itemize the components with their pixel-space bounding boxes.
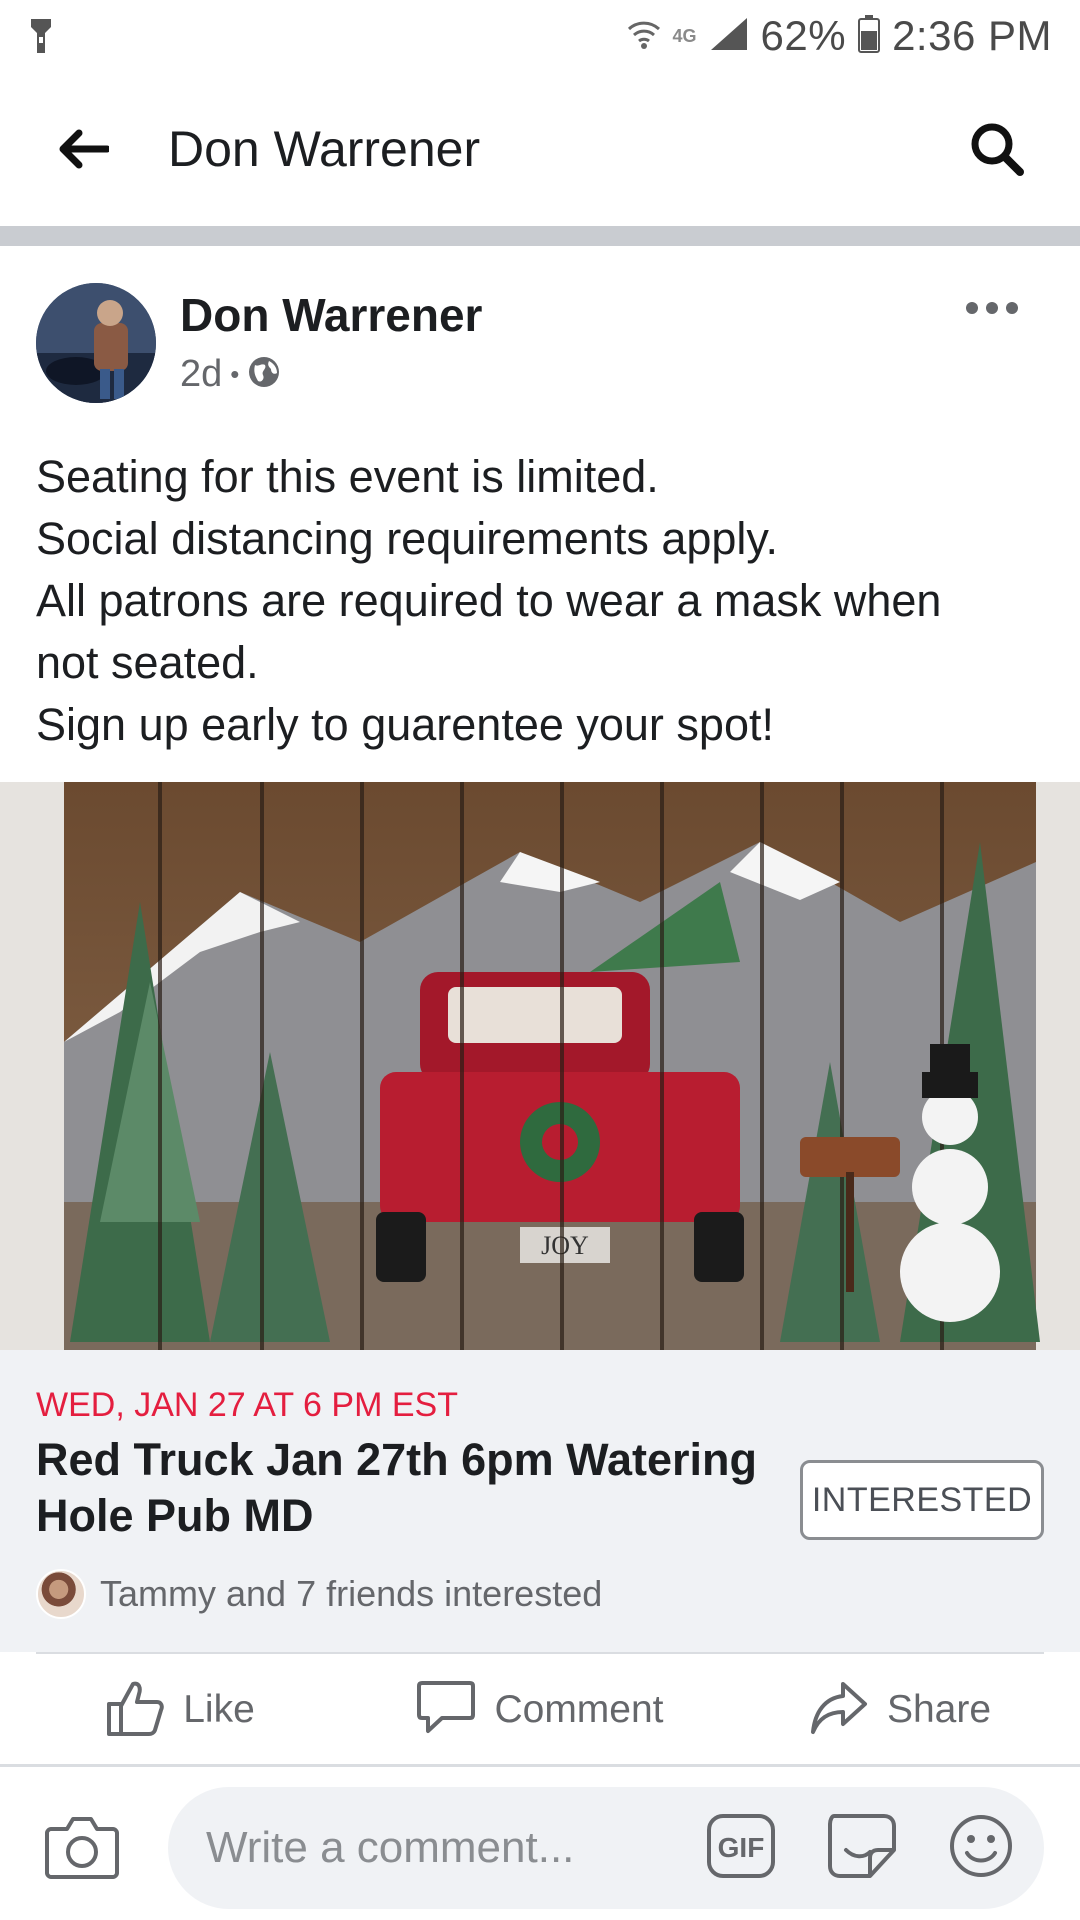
post-text-line: Seating for this event is limited. bbox=[36, 451, 659, 502]
interested-button[interactable]: INTERESTED bbox=[800, 1460, 1044, 1540]
gif-label: GIF bbox=[718, 1832, 765, 1863]
post-text-line: All patrons are required to wear a mask … bbox=[36, 575, 942, 626]
share-label: Share bbox=[886, 1688, 992, 1731]
camera-icon bbox=[45, 1815, 119, 1884]
arrow-left-icon bbox=[57, 129, 111, 174]
author-avatar[interactable] bbox=[36, 283, 156, 403]
comment-input[interactable]: Write a comment... GIF bbox=[168, 1787, 1044, 1909]
author-name[interactable]: Don Warrener bbox=[180, 288, 482, 342]
post-text-line: Sign up early to guarentee your spot! bbox=[36, 699, 774, 750]
comment-bar: Write a comment... GIF bbox=[0, 1767, 1080, 1920]
camera-button[interactable] bbox=[42, 1809, 122, 1889]
post-text-line: Social distancing requirements apply. bbox=[36, 513, 779, 564]
sticker-icon bbox=[826, 1810, 900, 1887]
comment-button[interactable]: Comment bbox=[360, 1656, 720, 1764]
back-button[interactable] bbox=[48, 116, 118, 186]
battery-percent: 62% bbox=[760, 12, 847, 59]
like-label: Like bbox=[183, 1688, 255, 1731]
search-icon bbox=[968, 120, 1026, 183]
search-button[interactable] bbox=[962, 116, 1032, 186]
post-timestamp[interactable]: 2d bbox=[180, 353, 222, 396]
more-options-button[interactable] bbox=[952, 285, 1032, 335]
share-button[interactable]: Share bbox=[720, 1656, 1080, 1764]
post-meta: 2d • bbox=[180, 350, 281, 398]
smiley-icon bbox=[948, 1813, 1014, 1884]
meta-separator: • bbox=[230, 358, 240, 389]
svg-text:JOY: JOY bbox=[541, 1231, 589, 1260]
post-text-line: not seated. bbox=[36, 637, 259, 688]
event-title[interactable]: Red Truck Jan 27th 6pm Watering Hole Pub… bbox=[36, 1432, 796, 1544]
friends-interested[interactable]: Tammy and 7 friends interested bbox=[36, 1564, 602, 1624]
signal-icon bbox=[709, 16, 749, 57]
like-button[interactable]: Like bbox=[0, 1656, 360, 1764]
gif-icon: GIF bbox=[706, 1813, 776, 1884]
page-title: Don Warrener bbox=[168, 121, 481, 177]
wifi-icon bbox=[627, 17, 661, 56]
flashlight-icon bbox=[30, 18, 52, 59]
action-divider bbox=[36, 1652, 1044, 1654]
comment-label: Comment bbox=[494, 1688, 664, 1731]
app-header: Don Warrener bbox=[0, 76, 1080, 226]
sticker-button[interactable] bbox=[823, 1811, 903, 1885]
event-card[interactable]: WED, JAN 27 AT 6 PM EST Red Truck Jan 27… bbox=[0, 1350, 1080, 1652]
friends-interested-text: Tammy and 7 friends interested bbox=[100, 1573, 603, 1614]
post-action-bar: Like Comment Share bbox=[0, 1656, 1080, 1764]
comment-icon bbox=[416, 1679, 476, 1742]
event-date: WED, JAN 27 AT 6 PM EST bbox=[36, 1386, 458, 1424]
clock: 2:36 PM bbox=[892, 12, 1052, 59]
gif-button[interactable]: GIF bbox=[706, 1813, 776, 1884]
battery-icon bbox=[858, 14, 881, 58]
thumbs-up-icon bbox=[105, 1678, 165, 1743]
comment-placeholder: Write a comment... bbox=[206, 1823, 575, 1872]
event-cover-image[interactable]: JOY bbox=[0, 782, 1080, 1350]
post-text: Seating for this event is limited. Socia… bbox=[36, 446, 1046, 756]
network-type: 4G bbox=[672, 25, 697, 46]
share-icon bbox=[809, 1680, 869, 1741]
friend-avatar bbox=[36, 1569, 86, 1619]
header-divider bbox=[0, 226, 1080, 246]
globe-icon bbox=[247, 355, 281, 394]
more-horizontal-icon bbox=[965, 301, 1019, 320]
emoji-button[interactable] bbox=[946, 1813, 1016, 1883]
status-bar: 4G 62% 2:36 PM bbox=[0, 0, 1080, 72]
